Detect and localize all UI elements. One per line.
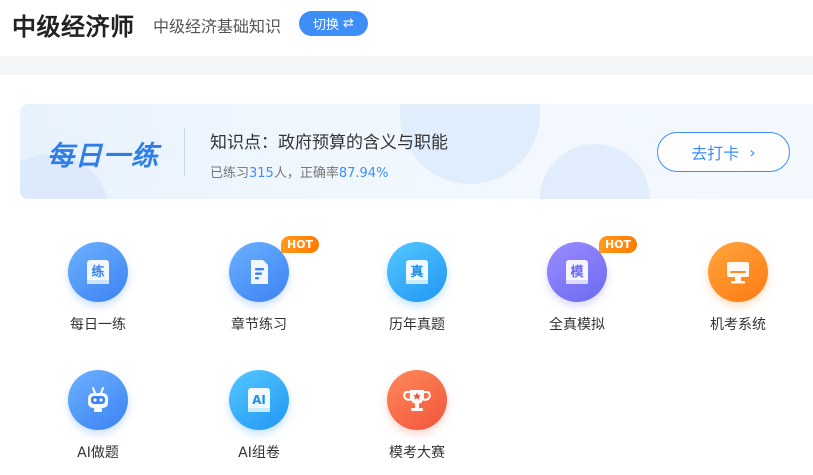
practice-book-icon: 练 [68,242,128,302]
feature-label: 全真模拟 [549,317,605,333]
header: 中级经济师 中级经济基础知识 切换 ⇄ [0,0,813,56]
feature-chapter-practice[interactable]: HOT 章节练习 [199,236,320,342]
daily-practice-logo: 每日一练 [47,141,159,172]
feature-daily-practice[interactable]: 练 每日一练 [38,242,158,342]
trophy-icon [387,370,447,430]
feature-mock-contest[interactable]: 模考大赛 [357,370,477,470]
switch-label: 切换 [313,18,340,33]
practice-stats: 已练习315人，正确率87.94% [210,162,388,181]
stats-prefix: 已练习 [210,166,250,181]
feature-ai-paper[interactable]: AI AI组卷 [199,370,319,470]
svg-text:AI: AI [252,393,266,407]
feature-label: 章节练习 [231,317,287,333]
feature-past-exams[interactable]: 真 历年真题 [357,242,477,342]
section-divider [0,56,813,75]
checkin-label: 去打卡 [691,144,740,163]
switch-subject-button[interactable]: 切换 ⇄ [299,11,368,36]
checkin-button[interactable]: 去打卡 › [657,132,790,172]
feature-label: AI做题 [77,445,119,461]
app-title: 中级经济师 [12,13,135,41]
banner-decoration [540,144,650,199]
feature-label: 机考系统 [710,317,766,333]
subject-name: 中级经济基础知识 [153,17,282,36]
document-icon [229,242,289,302]
ai-book-icon: AI [229,370,289,430]
feature-label: 每日一练 [70,317,126,333]
svg-text:模: 模 [570,264,584,280]
stats-mid: 人，正确率 [273,166,339,181]
feature-label: AI组卷 [238,445,280,461]
exam-book-icon: 真 [387,242,447,302]
svg-text:练: 练 [91,264,104,280]
chevron-right-icon: › [749,142,756,162]
robot-icon [68,370,128,430]
feature-label: 模考大赛 [389,445,445,461]
daily-practice-banner[interactable]: 每日一练 知识点：政府预算的含义与职能 已练习315人，正确率87.94% 去打… [20,104,813,199]
feature-computer-exam[interactable]: 机考系统 [678,242,798,342]
feature-label: 历年真题 [389,317,445,333]
knowledge-point-title: 知识点：政府预算的含义与职能 [210,133,448,153]
feature-mock-exam[interactable]: 模 HOT 全真模拟 [517,236,638,342]
computer-icon [708,242,768,302]
mock-book-icon: 模 [547,242,607,302]
feature-ai-practice[interactable]: AI做题 [38,370,158,470]
accuracy-rate: 87.94% [338,166,389,181]
hot-badge: HOT [599,236,638,253]
swap-icon: ⇄ [343,16,354,31]
hot-badge: HOT [281,236,320,253]
practiced-count: 315 [249,166,274,181]
svg-text:真: 真 [410,264,423,280]
banner-divider [184,128,185,176]
